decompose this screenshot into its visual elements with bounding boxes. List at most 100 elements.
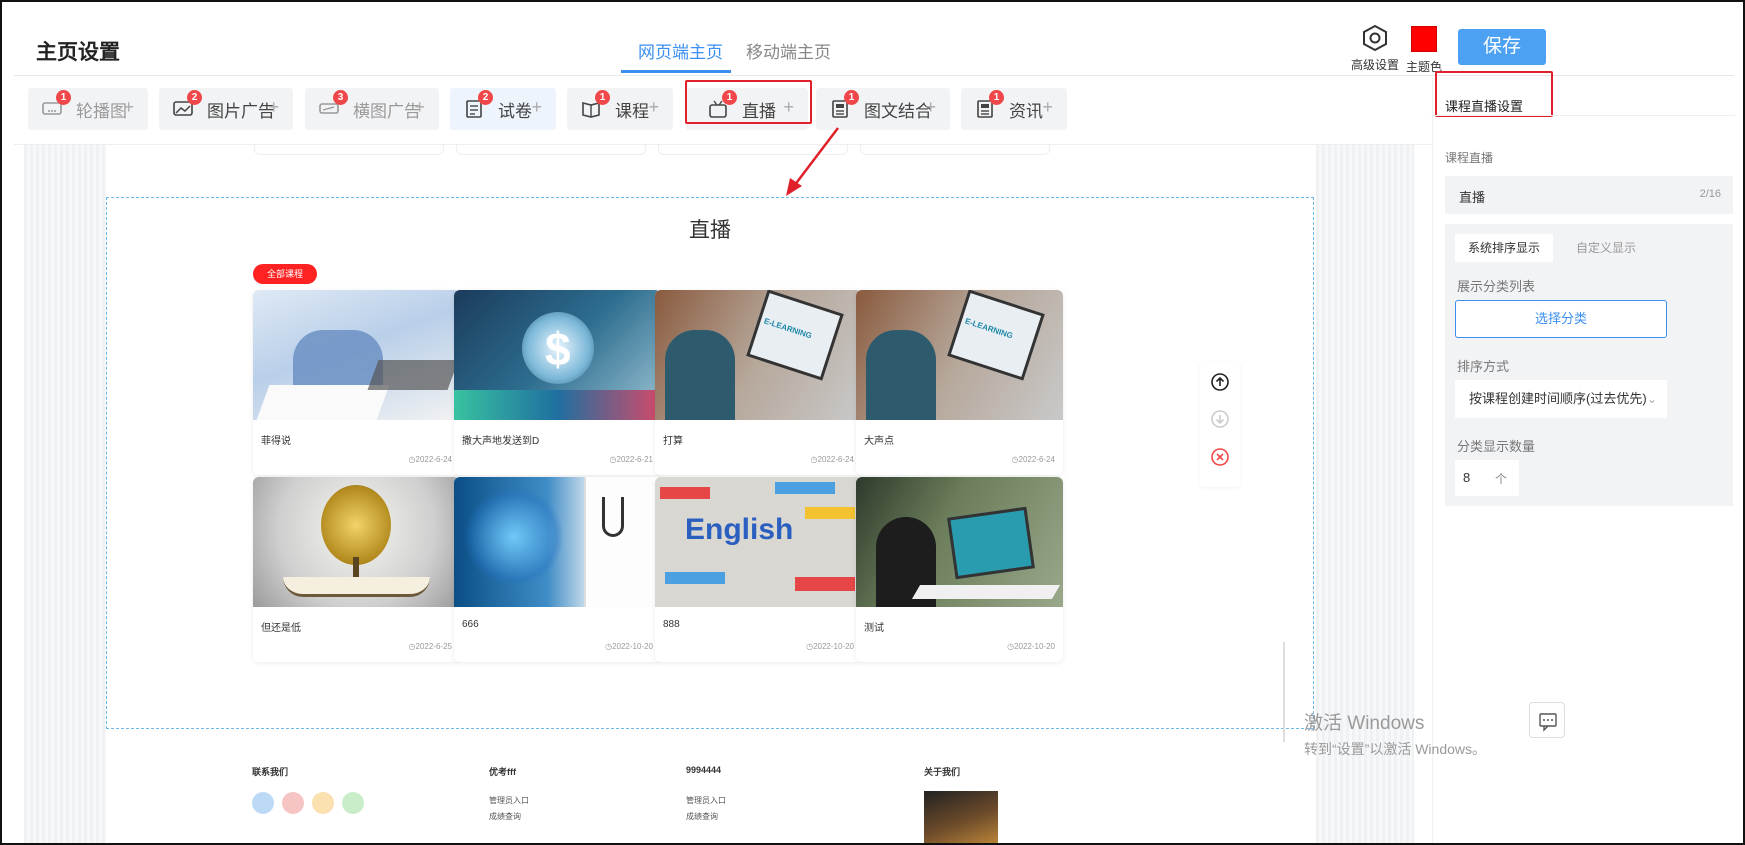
wechat-icon[interactable] <box>342 792 364 814</box>
english-text: English <box>685 513 794 546</box>
tab-mobile-home[interactable]: 移动端主页 <box>746 38 831 63</box>
course-date: 2022-6-24 <box>1012 455 1055 464</box>
advanced-settings-button[interactable]: 高级设置 <box>1349 24 1401 73</box>
block-name-count: 2/16 <box>1699 188 1721 200</box>
advanced-settings-label: 高级设置 <box>1350 58 1399 72</box>
plus-icon[interactable]: + <box>414 97 425 118</box>
delete-block-icon[interactable] <box>1210 447 1230 467</box>
course-name: 测试 <box>864 623 884 634</box>
move-down-icon[interactable] <box>1210 409 1230 429</box>
plus-icon[interactable]: + <box>925 97 936 118</box>
display-mode-system[interactable]: 系统排序显示 <box>1455 234 1553 262</box>
toolbar-item-label: 轮播图 <box>76 101 127 121</box>
badge: 1 <box>989 90 1004 105</box>
toolbar-item-label: 图文结合 <box>864 101 932 121</box>
block-controls <box>1200 363 1240 487</box>
course-date: 2022-6-24 <box>409 455 452 464</box>
tab-web-home[interactable]: 网页端主页 <box>638 38 723 63</box>
course-card[interactable]: 测试 2022-10-20 <box>856 477 1063 662</box>
choose-category-button[interactable]: 选择分类 <box>1455 300 1667 338</box>
toolbar-item-banner[interactable]: 3 横图广告 + <box>305 88 439 130</box>
course-name: 菲得说 <box>261 436 291 447</box>
toolbar-item-label: 课程 <box>615 101 649 121</box>
count-unit: 个 <box>1495 472 1508 486</box>
course-name: 撒大声地发送到D <box>462 436 540 447</box>
live-course-block[interactable]: 直播 全部课程 菲得说 2022-6-24 $ <box>106 197 1314 729</box>
toolbar-item-news[interactable]: 1 资讯 + <box>961 88 1067 130</box>
plus-icon[interactable]: + <box>531 97 542 118</box>
category-count-input[interactable]: 8 个 <box>1455 460 1519 496</box>
footer-link[interactable]: 管理员入口 <box>489 795 529 806</box>
weibo-icon[interactable] <box>282 792 304 814</box>
toolbar-item-image-ad[interactable]: 2 图片广告 + <box>159 88 293 130</box>
component-toolbar: 1 轮播图 + 2 图片广告 + 3 横图广告 + 2 试卷 + 1 课程 + … <box>14 77 1432 145</box>
course-card[interactable]: E-LEARNING 大声点 2022-6-24 <box>856 290 1063 475</box>
badge: 3 <box>333 90 348 105</box>
prev-card-edge <box>860 145 1050 155</box>
toolbar-item-label: 资讯 <box>1009 101 1043 121</box>
chat-icon <box>1539 713 1557 732</box>
all-courses-pill[interactable]: 全部课程 <box>253 264 318 284</box>
qq-icon[interactable] <box>252 792 274 814</box>
course-name: 666 <box>462 619 479 630</box>
taobao-icon[interactable] <box>312 792 334 814</box>
badge: 2 <box>478 90 493 105</box>
badge: 1 <box>56 90 71 105</box>
app-window: 主页设置 网页端主页 移动端主页 高级设置 主题色 保存 1 轮播图 + 2 图… <box>0 0 1745 845</box>
course-name: 打算 <box>663 436 683 447</box>
footer-link[interactable]: 成绩查询 <box>686 811 718 822</box>
course-card[interactable]: $ 撒大声地发送到D 2022-6-21 <box>454 290 661 475</box>
display-options: 系统排序显示 自定义显示 展示分类列表 选择分类 排序方式 按课程创建时间顺序(… <box>1445 224 1733 506</box>
watermark-line2: 转到“设置”以激活 Windows。 <box>1304 741 1487 757</box>
page-title: 主页设置 <box>36 41 120 64</box>
course-image <box>454 477 661 607</box>
course-name: 大声点 <box>864 436 894 447</box>
preview-canvas: 直播 全部课程 菲得说 2022-6-24 $ <box>24 145 1414 843</box>
course-name: 888 <box>663 619 680 630</box>
course-card[interactable]: 666 2022-10-20 <box>454 477 661 662</box>
sort-label: 排序方式 <box>1457 359 1510 374</box>
sort-select-value: 按课程创建时间顺序(过去优先) <box>1469 391 1647 406</box>
scrollbar[interactable] <box>1283 642 1285 742</box>
move-up-icon[interactable] <box>1210 372 1230 392</box>
course-image: $ <box>454 290 661 420</box>
footer-about-heading: 关于我们 <box>924 767 961 777</box>
watermark-line1: 激活 Windows <box>1304 713 1425 734</box>
block-name-field[interactable]: 直播 2/16 <box>1445 176 1733 214</box>
prev-card-edge <box>254 145 444 155</box>
annotation-box-live-tool <box>685 80 812 124</box>
sort-select[interactable]: 按课程创建时间顺序(过去优先) ⌄ <box>1455 380 1667 418</box>
toolbar-item-exam[interactable]: 2 试卷 + <box>450 88 556 130</box>
plus-icon[interactable]: + <box>1042 97 1053 118</box>
annotation-box-settings-title <box>1435 71 1553 117</box>
course-name: 但还是低 <box>261 623 301 634</box>
footer-column-heading: 9994444 <box>686 765 722 775</box>
display-mode-custom[interactable]: 自定义显示 <box>1557 234 1655 262</box>
course-date: 2022-6-24 <box>811 455 854 464</box>
course-card[interactable]: 但还是低 2022-6-25 <box>253 477 460 662</box>
course-date: 2022-10-20 <box>605 642 653 651</box>
toolbar-item-course[interactable]: 1 课程 + <box>567 88 673 130</box>
course-date: 2022-10-20 <box>806 642 854 651</box>
course-card[interactable]: E-LEARNING 打算 2022-6-24 <box>655 290 862 475</box>
course-image <box>253 477 460 607</box>
plus-icon[interactable]: + <box>648 97 659 118</box>
plus-icon[interactable]: + <box>268 97 279 118</box>
prev-card-edge <box>456 145 646 155</box>
course-card[interactable]: 菲得说 2022-6-24 <box>253 290 460 475</box>
badge: 1 <box>595 90 610 105</box>
footer-column-heading: 优考fff <box>489 767 516 777</box>
preview-stage: 直播 全部课程 菲得说 2022-6-24 $ <box>106 145 1316 843</box>
theme-color-button[interactable]: 主题色 <box>1406 24 1442 75</box>
save-button[interactable]: 保存 <box>1458 29 1546 65</box>
plus-icon[interactable]: + <box>123 97 134 118</box>
course-date: 2022-6-21 <box>610 455 653 464</box>
course-card[interactable]: English 888 2022-10-20 <box>655 477 862 662</box>
footer-link[interactable]: 成绩查询 <box>489 811 521 822</box>
footer-link[interactable]: 管理员入口 <box>686 795 726 806</box>
toolbar-item-carousel[interactable]: 1 轮播图 + <box>28 88 148 130</box>
chat-button[interactable] <box>1529 702 1565 738</box>
active-tab-indicator <box>621 70 731 73</box>
block-name-value: 直播 <box>1459 190 1486 205</box>
course-date: 2022-10-20 <box>1007 642 1055 651</box>
